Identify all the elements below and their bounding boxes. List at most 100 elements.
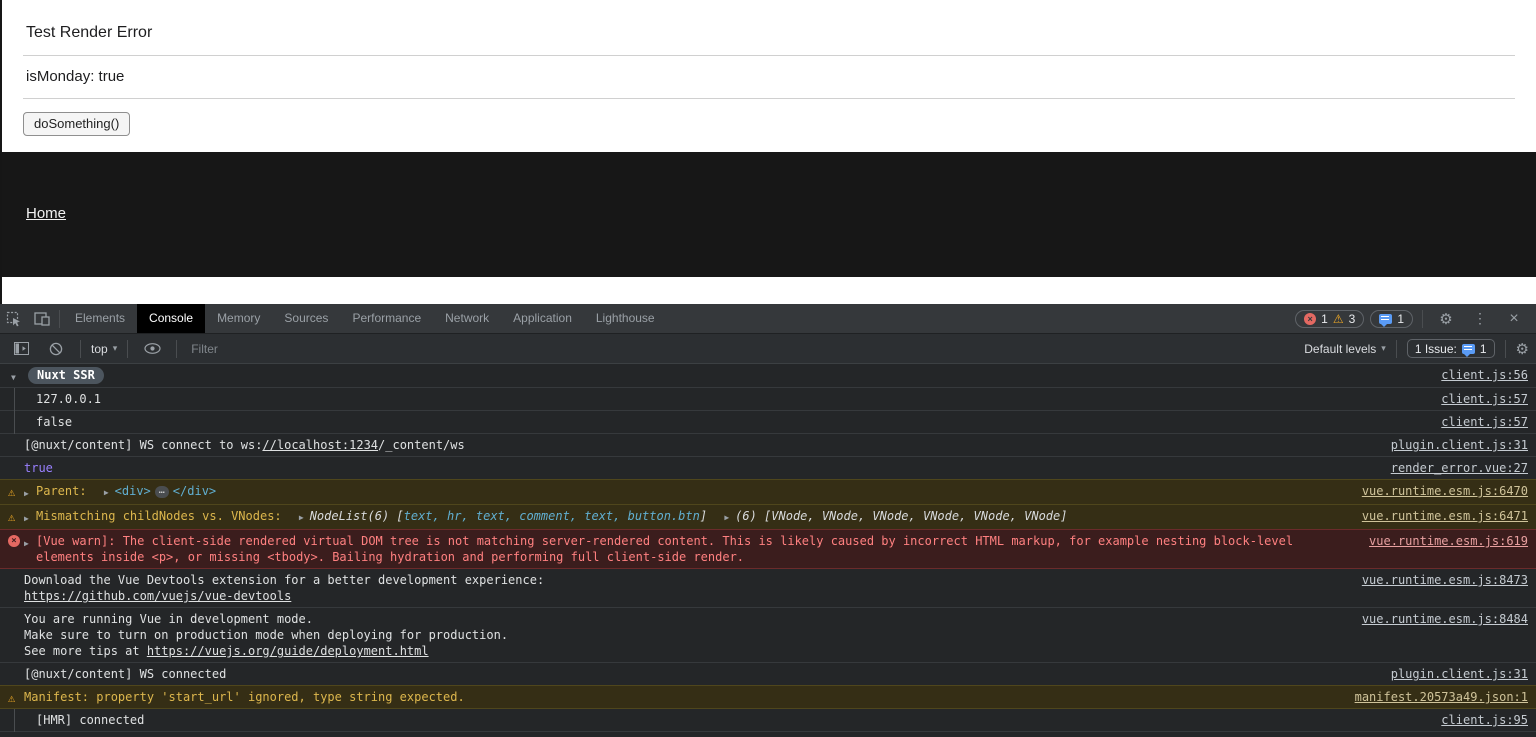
tab-memory[interactable]: Memory [205,304,272,333]
error-count: 1 [1321,312,1328,326]
toolbar-divider [1396,340,1397,358]
toolbar-divider [1505,340,1506,358]
websocket-url-link[interactable]: //localhost:1234 [262,438,378,452]
clear-console-icon[interactable] [42,334,70,363]
console-message: false [36,414,1427,430]
expand-icon[interactable]: ▶ [104,488,109,497]
devtools-tabbar: Elements Console Memory Sources Performa… [0,304,1536,334]
source-link[interactable]: vue.runtime.esm.js:8484 [1362,611,1528,627]
warning-message: Manifest: property 'start_url' ignored, … [24,689,1341,705]
console-log-row: [HMR] connected client.js:95 [0,709,1536,732]
toolbar-divider [1422,310,1423,328]
deployment-guide-link[interactable]: https://vuejs.org/guide/deployment.html [147,644,429,658]
eye-glyph [144,343,161,354]
page-footer-nav: Home [2,152,1536,277]
issues-counter-button[interactable]: 1 Issue: 1 [1407,339,1495,358]
boolean-value: true [24,460,1377,476]
source-link[interactable]: vue.runtime.esm.js:6470 [1362,483,1528,499]
do-something-button[interactable]: doSomething() [23,112,130,136]
console-message: [@nuxt/content] WS connect to ws://local… [24,437,1377,453]
tab-network[interactable]: Network [433,304,501,333]
source-link[interactable]: vue.runtime.esm.js:8473 [1362,572,1528,588]
warning-label: Mismatching childNodes vs. VNodes: [36,509,282,523]
warning-icon: ⚠ [8,690,15,706]
expand-icon[interactable]: ▶ [24,486,29,502]
warning-label: Parent: [36,484,87,498]
console-sidebar-glyph [14,342,29,355]
expand-icon[interactable]: ▶ [24,511,29,527]
inspect-element-glyph [6,311,22,327]
source-link[interactable]: vue.runtime.esm.js:6471 [1362,508,1528,524]
filter-input[interactable] [187,342,1297,356]
close-devtools-icon[interactable]: × [1500,304,1528,333]
rendered-page: Test Render Error isMonday: true doSomet… [2,0,1536,152]
page-gap [2,277,1536,304]
inspect-element-icon[interactable] [0,304,28,333]
console-message: Mismatching childNodes vs. VNodes: ▶Node… [36,508,1348,526]
live-expression-eye-icon[interactable] [138,334,166,363]
source-link[interactable]: plugin.client.js:31 [1391,437,1528,453]
log-levels-selector[interactable]: Default levels ▾ [1304,342,1386,356]
group-label-badge: Nuxt SSR [28,367,104,384]
issues-counter-count: 1 [1480,342,1487,356]
error-message: [Vue warn]: The client-side rendered vir… [36,533,1355,565]
message-text: Make sure to turn on production mode whe… [24,627,1348,643]
error-count-icon: × [1304,313,1316,325]
expand-icon[interactable]: ▶ [299,513,304,522]
tab-elements[interactable]: Elements [63,304,137,333]
console-message: Nuxt SSR [28,367,1427,384]
more-options-kebab-icon[interactable]: ⋮ [1466,304,1494,333]
state-line: isMonday: true [2,68,1536,85]
source-link[interactable]: client.js:57 [1441,391,1528,407]
vue-devtools-link[interactable]: https://github.com/vuejs/vue-devtools [24,589,291,603]
device-toolbar-icon[interactable] [28,304,56,333]
source-link[interactable]: manifest.20573a49.json:1 [1355,689,1528,705]
chevron-down-icon: ▾ [1381,343,1386,354]
chevron-down-icon: ▾ [113,343,118,354]
issues-count: 1 [1397,312,1404,326]
console-log-row: Download the Vue Devtools extension for … [0,569,1536,608]
error-warning-badge[interactable]: × 1 ⚠ 3 [1295,310,1364,328]
context-selector[interactable]: top ▾ [91,342,117,356]
source-link[interactable]: render_error.vue:27 [1391,460,1528,476]
toolbar-divider [80,340,81,358]
console-message: Parent: ▶<div>…</div> [36,483,1348,501]
console-group-row: ▼ Nuxt SSR client.js:56 [0,364,1536,388]
console-prompt[interactable]: > [0,732,1536,737]
source-link[interactable]: client.js:95 [1441,712,1528,728]
tab-performance[interactable]: Performance [340,304,433,333]
vnode-array-preview: (6) [VNode, VNode, VNode, VNode, VNode, … [735,509,1067,523]
expand-icon[interactable]: ▶ [724,513,729,522]
console-sidebar-icon[interactable] [7,334,35,363]
console-message: 127.0.0.1 [36,391,1427,407]
device-toolbar-glyph [34,312,50,326]
expand-icon[interactable]: ▶ [24,536,29,552]
tab-console[interactable]: Console [137,304,205,333]
issues-badge[interactable]: 1 [1370,310,1413,328]
source-link[interactable]: plugin.client.js:31 [1391,666,1528,682]
source-link[interactable]: vue.runtime.esm.js:619 [1369,533,1528,549]
console-log-row: 127.0.0.1 client.js:57 [0,388,1536,411]
console-settings-gear-icon[interactable]: ⚙ [1516,340,1529,358]
tab-sources[interactable]: Sources [272,304,340,333]
html-open-tag: <div> [115,484,151,498]
source-link[interactable]: client.js:57 [1441,414,1528,430]
page-title: Test Render Error [2,0,1536,42]
console-log-row: [@nuxt/content] WS connect to ws://local… [0,434,1536,457]
toolbar-divider [59,310,60,328]
tab-lighthouse[interactable]: Lighthouse [584,304,667,333]
toolbar-divider [176,340,177,358]
divider [23,98,1515,99]
issues-counter-label: 1 Issue: [1415,342,1457,356]
collapse-group-icon[interactable]: ▼ [11,370,16,386]
console-log-row: true render_error.vue:27 [0,457,1536,480]
settings-gear-icon[interactable]: ⚙ [1432,304,1460,333]
nodelist-preview-close: ] [700,509,707,523]
console-warning-row: ⚠ ▶ Mismatching childNodes vs. VNodes: ▶… [0,504,1536,530]
source-link[interactable]: client.js:56 [1441,367,1528,383]
home-link[interactable]: Home [26,205,66,222]
tab-application[interactable]: Application [501,304,584,333]
message-text: [@nuxt/content] WS connect to ws: [24,438,262,452]
collapsed-content-ellipsis[interactable]: … [155,486,169,498]
console-warning-row: ⚠ Manifest: property 'start_url' ignored… [0,685,1536,709]
